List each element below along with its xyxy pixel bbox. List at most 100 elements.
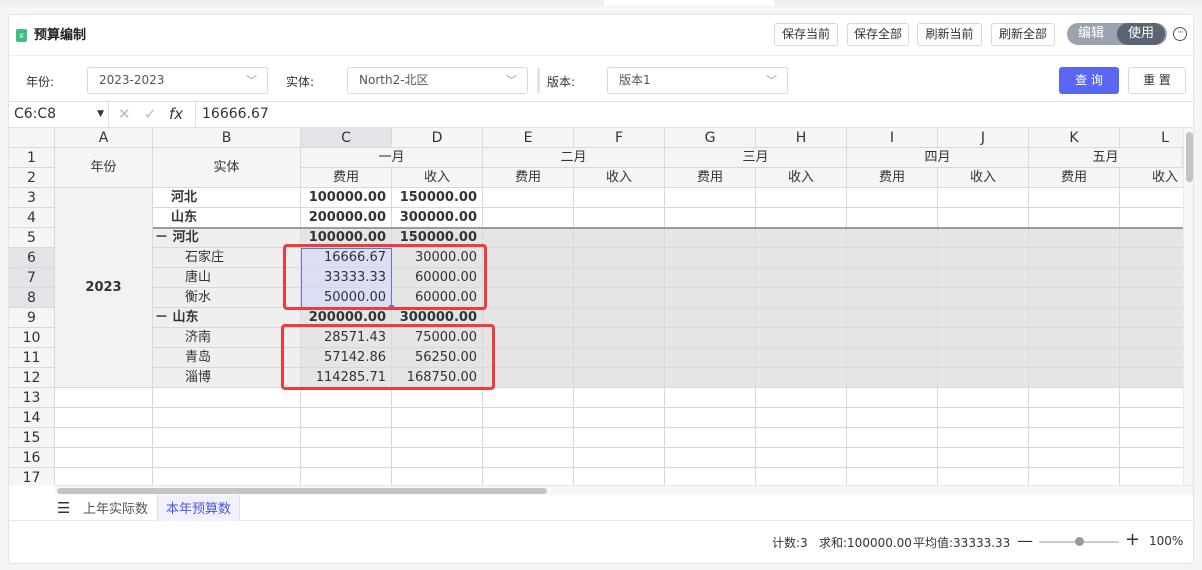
column-header-h[interactable]: H (756, 128, 847, 148)
row-header-9[interactable]: 9 (9, 308, 55, 328)
empty-cell[interactable] (665, 368, 756, 388)
empty-cell[interactable] (483, 408, 574, 428)
empty-cell[interactable] (756, 188, 847, 208)
empty-cell[interactable] (574, 328, 665, 348)
empty-cell[interactable] (574, 368, 665, 388)
empty-cell[interactable] (483, 188, 574, 208)
empty-cell[interactable] (938, 368, 1029, 388)
empty-cell[interactable] (392, 428, 483, 448)
confirm-icon[interactable]: ✓ (144, 102, 157, 127)
refresh-all-button[interactable]: 刷新全部 (991, 23, 1055, 46)
empty-cell[interactable] (153, 448, 301, 468)
sheet-tab-this-year[interactable]: 本年预算数 (157, 495, 241, 521)
edit-mode-option[interactable]: 编辑 (1067, 23, 1115, 45)
empty-cell[interactable] (1029, 188, 1120, 208)
column-header-a[interactable]: A (55, 128, 153, 148)
empty-cell[interactable] (1029, 268, 1120, 288)
row-header-3[interactable]: 3 (9, 188, 55, 208)
sheet-menu-icon[interactable]: ☰ (57, 499, 70, 517)
empty-cell[interactable] (483, 328, 574, 348)
scroll-thumb[interactable] (1186, 132, 1193, 182)
empty-cell[interactable] (1029, 408, 1120, 428)
entity-cell[interactable]: 山东 (153, 208, 301, 228)
empty-cell[interactable] (756, 428, 847, 448)
empty-cell[interactable] (665, 308, 756, 328)
row-header-10[interactable]: 10 (9, 328, 55, 348)
empty-cell[interactable] (665, 408, 756, 428)
empty-cell[interactable] (1120, 208, 1183, 228)
empty-cell[interactable] (1120, 348, 1183, 368)
empty-cell[interactable] (55, 468, 153, 485)
empty-cell[interactable] (756, 208, 847, 228)
empty-cell[interactable] (1120, 188, 1183, 208)
empty-cell[interactable] (153, 388, 301, 408)
cancel-icon[interactable]: ✕ (118, 102, 131, 127)
empty-cell[interactable] (574, 288, 665, 308)
row-header-1[interactable]: 1 (9, 148, 55, 168)
empty-cell[interactable] (665, 248, 756, 268)
empty-cell[interactable] (847, 388, 938, 408)
empty-cell[interactable] (483, 248, 574, 268)
empty-cell[interactable] (574, 268, 665, 288)
empty-cell[interactable] (938, 468, 1029, 485)
spreadsheet-grid[interactable]: A B C D E F G H I J K L 1 2 3 4 5 6 7 8 9 10 11 12 13 14 15 16 17 年份实… (9, 128, 1183, 485)
entity-cell[interactable]: 衡水 (153, 288, 301, 308)
empty-cell[interactable] (938, 208, 1029, 228)
year-select[interactable]: 2023-2023 ﹀ (87, 67, 268, 94)
empty-cell[interactable] (847, 308, 938, 328)
empty-cell[interactable] (574, 348, 665, 368)
refresh-current-button[interactable]: 刷新当前 (917, 23, 982, 46)
row-header-14[interactable]: 14 (9, 408, 55, 428)
empty-cell[interactable] (1029, 248, 1120, 268)
row-header-13[interactable]: 13 (9, 388, 55, 408)
use-mode-option[interactable]: 使用 (1117, 23, 1165, 45)
formula-input[interactable]: 16666.67 (195, 102, 1185, 127)
empty-cell[interactable] (756, 328, 847, 348)
row-header-16[interactable]: 16 (9, 448, 55, 468)
empty-cell[interactable] (301, 428, 392, 448)
empty-cell[interactable] (574, 408, 665, 428)
row-header-2[interactable]: 2 (9, 168, 55, 188)
empty-cell[interactable] (847, 448, 938, 468)
empty-cell[interactable] (665, 448, 756, 468)
empty-cell[interactable] (665, 288, 756, 308)
empty-cell[interactable] (1029, 388, 1120, 408)
empty-cell[interactable] (756, 288, 847, 308)
empty-cell[interactable] (55, 448, 153, 468)
name-box[interactable]: C6:C8 ▼ (9, 102, 109, 127)
zoom-out-icon[interactable]: — (1017, 531, 1033, 550)
entity-cell[interactable]: 济南 (153, 328, 301, 348)
empty-cell[interactable] (847, 408, 938, 428)
empty-cell[interactable] (665, 388, 756, 408)
empty-cell[interactable] (153, 428, 301, 448)
expense-cell[interactable]: 200000.00 (301, 208, 392, 228)
empty-cell[interactable] (483, 268, 574, 288)
empty-cell[interactable] (392, 468, 483, 485)
empty-cell[interactable] (1120, 388, 1183, 408)
more-icon[interactable]: ··· (1173, 27, 1187, 41)
empty-cell[interactable] (665, 348, 756, 368)
empty-cell[interactable] (938, 348, 1029, 368)
empty-cell[interactable] (847, 428, 938, 448)
empty-cell[interactable] (153, 468, 301, 485)
empty-cell[interactable] (938, 188, 1029, 208)
empty-cell[interactable] (1120, 328, 1183, 348)
empty-cell[interactable] (938, 248, 1029, 268)
empty-cell[interactable] (938, 308, 1029, 328)
empty-cell[interactable] (665, 468, 756, 485)
empty-cell[interactable] (938, 228, 1029, 248)
row-header-7[interactable]: 7 (9, 268, 55, 288)
empty-cell[interactable] (847, 348, 938, 368)
empty-cell[interactable] (55, 428, 153, 448)
save-current-button[interactable]: 保存当前 (774, 23, 838, 46)
empty-cell[interactable] (1029, 468, 1120, 485)
column-header-d[interactable]: D (392, 128, 483, 148)
empty-cell[interactable] (756, 368, 847, 388)
empty-cell[interactable] (301, 468, 392, 485)
row-header-6[interactable]: 6 (9, 248, 55, 268)
empty-cell[interactable] (665, 328, 756, 348)
empty-cell[interactable] (1029, 348, 1120, 368)
entity-select[interactable]: North2-北区 ﹀ (347, 67, 528, 94)
row-header-17[interactable]: 17 (9, 468, 55, 485)
empty-cell[interactable] (1120, 228, 1183, 248)
